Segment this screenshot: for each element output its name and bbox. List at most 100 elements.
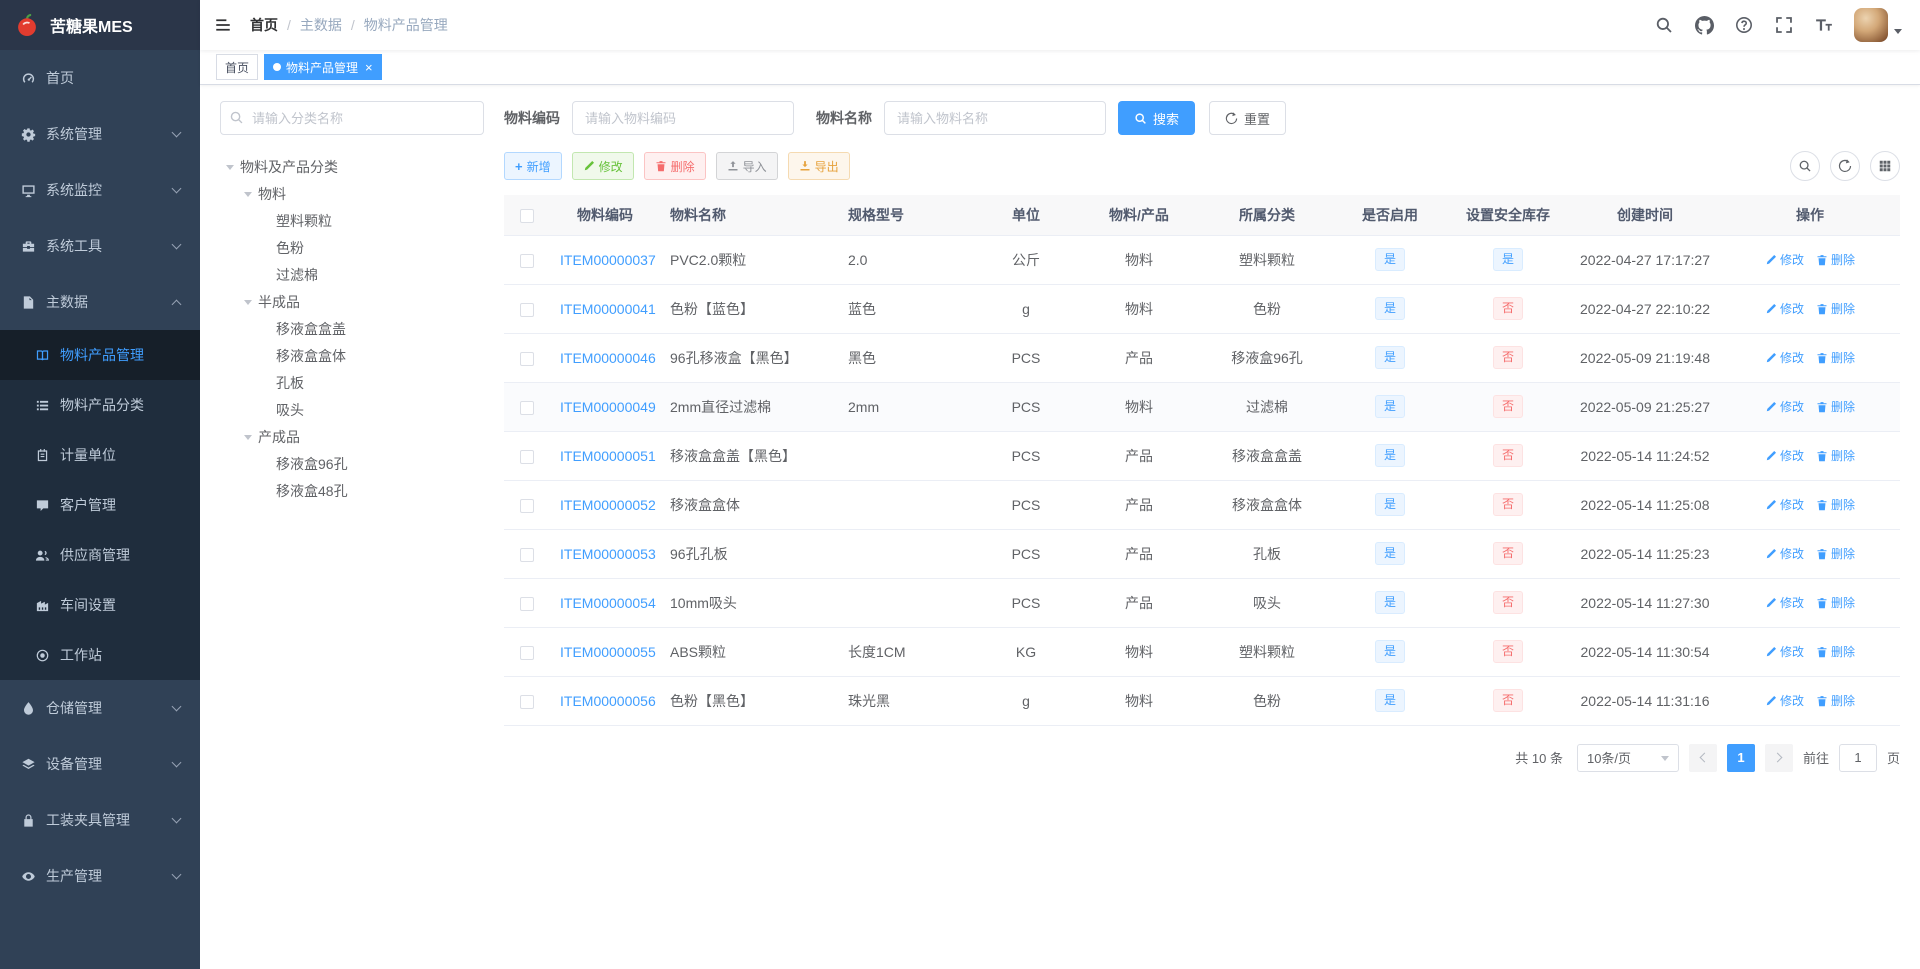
breadcrumb-item[interactable]: 主数据 bbox=[300, 15, 342, 35]
material-code-link[interactable]: ITEM00000049 bbox=[560, 399, 656, 415]
row-delete-button[interactable]: 删除 bbox=[1816, 594, 1855, 611]
caret-down-icon[interactable] bbox=[220, 157, 240, 177]
hamburger-icon[interactable] bbox=[214, 15, 234, 35]
sidebar-item-system-tools[interactable]: 系统工具 bbox=[0, 218, 200, 274]
sidebar-item-fixture-management[interactable]: 工装夹具管理 bbox=[0, 792, 200, 848]
toggle-search-button[interactable] bbox=[1790, 151, 1820, 181]
sidebar-item-warehouse-management[interactable]: 仓储管理 bbox=[0, 680, 200, 736]
sidebar-item-material-product-category[interactable]: 物料产品分类 bbox=[0, 380, 200, 430]
tree-node[interactable]: 产成品 bbox=[220, 423, 484, 450]
row-edit-button[interactable]: 修改 bbox=[1765, 349, 1804, 366]
next-page-button[interactable] bbox=[1764, 743, 1793, 772]
material-code-link[interactable]: ITEM00000053 bbox=[560, 546, 656, 562]
sidebar-item-home[interactable]: 首页 bbox=[0, 50, 200, 106]
refresh-button[interactable] bbox=[1830, 151, 1860, 181]
material-code-link[interactable]: ITEM00000054 bbox=[560, 595, 656, 611]
select-all-checkbox[interactable] bbox=[520, 208, 534, 223]
row-checkbox[interactable] bbox=[520, 449, 534, 464]
row-delete-button[interactable]: 删除 bbox=[1816, 545, 1855, 562]
caret-down-icon[interactable] bbox=[238, 184, 258, 204]
row-delete-button[interactable]: 删除 bbox=[1816, 643, 1855, 660]
row-delete-button[interactable]: 删除 bbox=[1816, 447, 1855, 464]
row-checkbox[interactable] bbox=[520, 547, 534, 562]
row-edit-button[interactable]: 修改 bbox=[1765, 594, 1804, 611]
sidebar-item-workshop-settings[interactable]: 车间设置 bbox=[0, 580, 200, 630]
avatar[interactable] bbox=[1854, 8, 1888, 42]
sidebar-item-production-management[interactable]: 生产管理 bbox=[0, 848, 200, 904]
row-checkbox[interactable] bbox=[520, 253, 534, 268]
category-search-input[interactable] bbox=[220, 101, 484, 135]
view-tab[interactable]: 物料产品管理 × bbox=[264, 54, 382, 80]
sidebar-item-system-monitor[interactable]: 系统监控 bbox=[0, 162, 200, 218]
sidebar-item-supplier-management[interactable]: 供应商管理 bbox=[0, 530, 200, 580]
row-edit-button[interactable]: 修改 bbox=[1765, 300, 1804, 317]
sidebar-item-material-product-management[interactable]: 物料产品管理 bbox=[0, 330, 200, 380]
row-edit-button[interactable]: 修改 bbox=[1765, 447, 1804, 464]
view-tab[interactable]: 首页 bbox=[216, 54, 259, 80]
font-size-icon[interactable] bbox=[1814, 15, 1834, 35]
row-delete-button[interactable]: 删除 bbox=[1816, 398, 1855, 415]
user-menu[interactable] bbox=[1854, 8, 1902, 42]
material-code-link[interactable]: ITEM00000055 bbox=[560, 644, 656, 660]
caret-down-icon[interactable] bbox=[238, 292, 258, 312]
add-button[interactable]: + 新增 bbox=[504, 152, 562, 180]
material-code-link[interactable]: ITEM00000051 bbox=[560, 448, 656, 464]
row-delete-button[interactable]: 删除 bbox=[1816, 251, 1855, 268]
tree-node[interactable]: 过滤棉 bbox=[220, 261, 484, 288]
export-button[interactable]: 导出 bbox=[787, 152, 850, 180]
row-edit-button[interactable]: 修改 bbox=[1765, 643, 1804, 660]
tree-node[interactable]: 半成品 bbox=[220, 288, 484, 315]
tree-node[interactable]: 吸头 bbox=[220, 396, 484, 423]
search-icon[interactable] bbox=[1654, 15, 1674, 35]
sidebar-item-measurement-unit[interactable]: 计量单位 bbox=[0, 430, 200, 480]
fullscreen-icon[interactable] bbox=[1774, 15, 1794, 35]
tree-node[interactable]: 移液盒盒盖 bbox=[220, 315, 484, 342]
breadcrumb-item[interactable]: 首页 bbox=[250, 15, 278, 35]
material-code-link[interactable]: ITEM00000056 bbox=[560, 693, 656, 709]
row-checkbox[interactable] bbox=[520, 645, 534, 660]
row-edit-button[interactable]: 修改 bbox=[1765, 496, 1804, 513]
goto-page-input[interactable] bbox=[1838, 743, 1877, 772]
row-delete-button[interactable]: 删除 bbox=[1816, 692, 1855, 709]
search-button[interactable]: 搜索 bbox=[1118, 101, 1196, 135]
tree-node[interactable]: 物料及产品分类 bbox=[220, 153, 484, 180]
row-edit-button[interactable]: 修改 bbox=[1765, 398, 1804, 415]
material-code-link[interactable]: ITEM00000046 bbox=[560, 350, 656, 366]
reset-button[interactable]: 重置 bbox=[1209, 101, 1287, 135]
material-code-link[interactable]: ITEM00000052 bbox=[560, 497, 656, 513]
row-delete-button[interactable]: 删除 bbox=[1816, 496, 1855, 513]
material-code-link[interactable]: ITEM00000041 bbox=[560, 301, 656, 317]
page-size-select[interactable]: 10条/页 bbox=[1576, 743, 1679, 772]
row-checkbox[interactable] bbox=[520, 400, 534, 415]
help-icon[interactable] bbox=[1734, 15, 1754, 35]
row-edit-button[interactable]: 修改 bbox=[1765, 545, 1804, 562]
row-delete-button[interactable]: 删除 bbox=[1816, 300, 1855, 317]
prev-page-button[interactable] bbox=[1688, 743, 1717, 772]
github-icon[interactable] bbox=[1694, 15, 1714, 35]
row-edit-button[interactable]: 修改 bbox=[1765, 251, 1804, 268]
row-checkbox[interactable] bbox=[520, 596, 534, 611]
logo[interactable]: 苦糖果MES bbox=[0, 0, 200, 50]
close-icon[interactable]: × bbox=[365, 61, 373, 74]
column-settings-button[interactable] bbox=[1870, 151, 1900, 181]
sidebar-item-customer-management[interactable]: 客户管理 bbox=[0, 480, 200, 530]
sidebar-item-master-data[interactable]: 主数据 bbox=[0, 274, 200, 330]
row-checkbox[interactable] bbox=[520, 498, 534, 513]
sidebar-item-system-management[interactable]: 系统管理 bbox=[0, 106, 200, 162]
edit-button[interactable]: 修改 bbox=[571, 152, 634, 180]
page-number-button[interactable]: 1 bbox=[1726, 743, 1755, 772]
row-edit-button[interactable]: 修改 bbox=[1765, 692, 1804, 709]
tree-node[interactable]: 移液盒盒体 bbox=[220, 342, 484, 369]
material-code-link[interactable]: ITEM00000037 bbox=[560, 252, 656, 268]
sidebar-item-equipment-management[interactable]: 设备管理 bbox=[0, 736, 200, 792]
tree-node[interactable]: 移液盒96孔 bbox=[220, 450, 484, 477]
sidebar-item-workstation[interactable]: 工作站 bbox=[0, 630, 200, 680]
row-delete-button[interactable]: 删除 bbox=[1816, 349, 1855, 366]
tree-node[interactable]: 色粉 bbox=[220, 234, 484, 261]
row-checkbox[interactable] bbox=[520, 302, 534, 317]
tree-node[interactable]: 塑料颗粒 bbox=[220, 207, 484, 234]
material-code-input[interactable] bbox=[572, 101, 794, 135]
tree-node[interactable]: 移液盒48孔 bbox=[220, 477, 484, 504]
caret-down-icon[interactable] bbox=[238, 427, 258, 447]
import-button[interactable]: 导入 bbox=[715, 152, 778, 180]
